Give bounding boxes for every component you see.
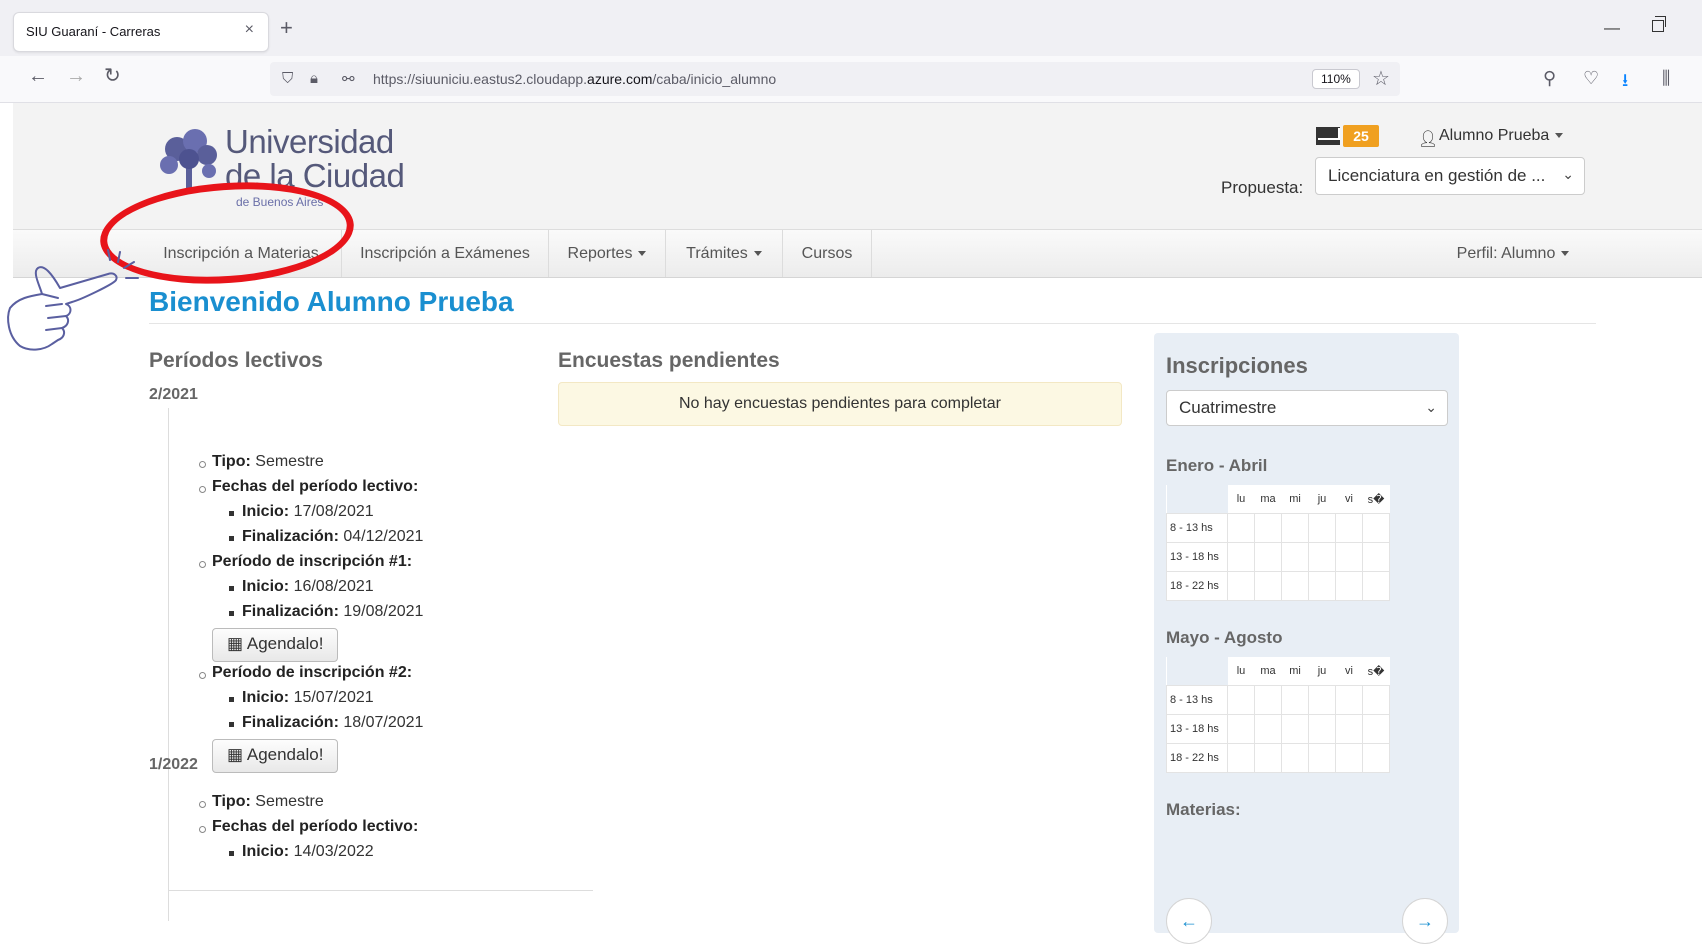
inscripcion-1-item: Período de inscripción #1: [212,553,413,570]
browser-tab[interactable]: SIU Guaraní - Carreras × [13,12,269,52]
messages-count-badge[interactable]: 25 [1343,125,1379,147]
next-button[interactable]: → [1402,898,1448,944]
tab-title: SIU Guaraní - Carreras [26,24,161,39]
list-bullet [229,722,234,727]
forward-arrow-icon[interactable]: → [66,64,86,88]
list-bullet [199,672,206,679]
list-bullet [229,851,234,856]
period-2-2021: 2/2021 [149,386,198,403]
library-icon[interactable]: ⫼ [1662,68,1670,89]
logo-line-1: Universidad [225,123,394,160]
tipo-item: Tipo: Semestre [212,793,324,810]
address-bar[interactable]: ⛉ 🔒︎ ⚯ https://siuuniciu.eastus2.cloudap… [270,62,1400,96]
agendalo-button[interactable]: ▦ Agendalo! [212,628,339,662]
list-bullet [229,511,234,516]
list-bullet [199,461,206,468]
list-bullet [229,697,234,702]
list-bullet [199,801,206,808]
period-1-2022: 1/2022 [149,756,198,773]
inscripciones-heading: Inscripciones [1166,353,1308,378]
extensions-icon[interactable]: ⚲ [1543,68,1556,89]
inicio-item: Inicio: 14/03/2022 [242,843,374,860]
close-tab-icon[interactable]: × [245,21,254,39]
inscripcion-1-inicio: Inicio: 16/08/2021 [242,578,374,595]
block-mayo-agosto: Mayo - Agosto [1166,628,1283,647]
list-bullet [199,486,206,493]
minimize-window-button[interactable]: — [1604,20,1620,38]
periodos-heading: Períodos lectivos [149,349,323,372]
permissions-icon[interactable]: ⚯ [342,70,355,88]
fechas-item: Fechas del período lectivo: [212,818,419,835]
profile-menu[interactable]: Perfil: Alumno [1433,230,1593,277]
pocket-icon[interactable]: ♡ [1583,68,1599,89]
menu-tramites[interactable]: Trámites [666,230,783,277]
periodo-select[interactable]: Cuatrimestre ⌄ [1166,390,1448,426]
back-arrow-icon[interactable]: ← [28,64,48,88]
inscripcion-2-inicio: Inicio: 15/07/2021 [242,689,374,706]
materias-label: Materias: [1166,800,1241,819]
zoom-level-button[interactable]: 110% [1312,69,1360,89]
list-bullet [229,611,234,616]
inscripcion-2-fin: Finalización: 18/07/2021 [242,714,424,731]
period-divider [168,890,593,891]
chevron-down-icon: ⌄ [1562,166,1574,182]
inscripcion-2-item: Período de inscripción #2: [212,664,413,681]
schedule-table: lu ma mi ju vi s� 8 - 13 hs 13 - 18 hs 18 - 2… [1166,485,1390,601]
list-bullet [229,586,234,591]
inicio-item: Inicio: 17/08/2021 [242,503,374,520]
inscripcion-1-fin: Finalización: 19/08/2021 [242,603,424,620]
bookmark-star-icon[interactable]: ☆ [1372,66,1390,91]
url-text[interactable]: https://siuuniciu.eastus2.cloudapp.azure… [373,71,776,87]
download-icon[interactable]: ⭳ [1622,68,1628,98]
schedule-table: lu ma mi ju vi s� 8 - 13 hs 13 - 18 hs 18 - 2… [1166,657,1390,773]
period-divider [168,781,169,921]
fin-item: Finalización: 04/12/2021 [242,528,424,545]
encuestas-heading: Encuestas pendientes [558,349,780,372]
agendalo-button[interactable]: ▦ Agendalo! [212,739,339,773]
qr-code-icon: ▦ [227,634,244,653]
list-bullet [199,561,206,568]
chevron-down-icon: ⌄ [1425,399,1437,415]
new-tab-button[interactable]: + [280,17,293,39]
shield-icon[interactable]: ⛉ [282,70,293,87]
inscripciones-panel: Inscripciones Cuatrimestre ⌄ Enero - Abr… [1154,333,1459,944]
propuesta-label: Propuesta: [1221,178,1304,197]
menu-cursos[interactable]: Cursos [783,230,872,277]
menu-reportes[interactable]: Reportes [549,230,666,277]
browser-tab-bar: SIU Guaraní - Carreras × + — [0,0,1702,56]
prev-button[interactable]: ← [1166,898,1212,944]
encuestas-alert: No hay encuestas pendientes para complet… [558,382,1122,426]
user-icon: 👤︎ [1418,131,1439,148]
user-menu[interactable]: Alumno Prueba [1439,127,1564,145]
propuesta-select[interactable]: Licenciatura en gestión de ... ⌄ [1315,157,1585,195]
list-bullet [229,536,234,541]
browser-navigation-bar: ← → ↻ ⛉ 🔒︎ ⚯ https://siuuniciu.eastus2.c… [0,56,1702,103]
menu-inscripcion-examenes[interactable]: Inscripción a Exámenes [342,230,549,277]
page-title: Bienvenido Alumno Prueba [149,286,514,317]
block-enero-abril: Enero - Abril [1166,456,1268,475]
lock-icon[interactable]: 🔒︎ [310,70,318,87]
restore-window-button[interactable] [1652,16,1666,32]
fechas-item: Fechas del período lectivo: [212,478,419,495]
mail-icon[interactable] [1316,127,1340,145]
tipo-item: Tipo: Semestre [212,453,324,470]
qr-code-icon: ▦ [227,745,244,764]
title-divider [149,323,1596,324]
list-bullet [199,826,206,833]
reload-icon[interactable]: ↻ [104,64,121,88]
pointing-hand-icon [7,249,139,351]
